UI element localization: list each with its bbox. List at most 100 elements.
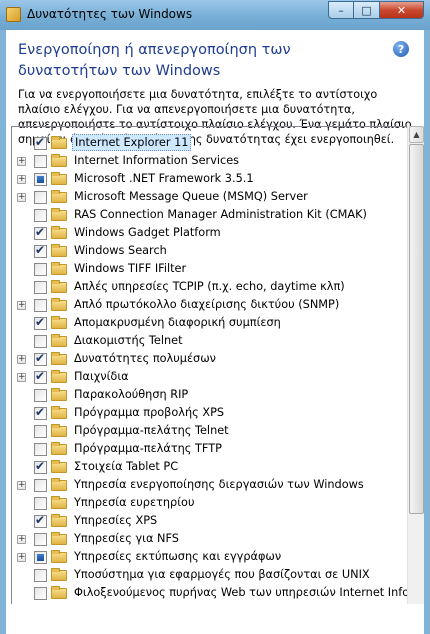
feature-label[interactable]: Διακομιστής Telnet — [74, 333, 183, 348]
feature-row[interactable]: Υπηρεσίες XPS — [12, 512, 423, 530]
feature-checkbox[interactable] — [34, 479, 47, 492]
feature-row[interactable]: Windows Search — [12, 242, 423, 260]
feature-checkbox[interactable] — [34, 281, 47, 294]
feature-row[interactable]: Πρόγραμμα προβολής XPS — [12, 404, 423, 422]
feature-row[interactable]: Φιλοξενούμενος πυρήνας Web των υπηρεσιών… — [12, 584, 423, 602]
expand-icon[interactable]: + — [17, 553, 26, 562]
feature-label[interactable]: Internet Explorer 11 — [72, 134, 192, 151]
expand-icon[interactable]: + — [17, 373, 26, 382]
feature-row[interactable]: + Δυνατότητες πολυμέσων — [12, 350, 423, 368]
feature-label[interactable]: Απομακρυσμένη διαφορική συμπίεση — [74, 315, 281, 330]
expand-icon[interactable]: + — [17, 193, 26, 202]
folder-icon — [51, 532, 67, 545]
feature-row[interactable]: Υπηρεσία ευρετηρίου — [12, 494, 423, 512]
expand-icon[interactable]: + — [17, 301, 26, 310]
feature-label[interactable]: Πρόγραμμα-πελάτης TFTP — [74, 441, 222, 456]
expand-icon[interactable]: + — [17, 355, 26, 364]
feature-checkbox[interactable] — [34, 533, 47, 546]
feature-row[interactable]: + Παιχνίδια — [12, 368, 423, 386]
feature-checkbox[interactable] — [34, 513, 47, 528]
feature-label[interactable]: Microsoft Message Queue (MSMQ) Server — [74, 189, 308, 204]
feature-row[interactable]: Διακομιστής Telnet — [12, 332, 423, 350]
feature-checkbox[interactable] — [34, 369, 47, 384]
feature-checkbox[interactable] — [34, 243, 47, 258]
features-tree[interactable]: Internet Explorer 11 + Internet Informatio… — [11, 126, 423, 604]
folder-icon — [51, 388, 67, 401]
help-icon[interactable]: ? — [393, 41, 409, 57]
minimize-button[interactable]: – — [328, 1, 354, 19]
feature-label[interactable]: Windows Gadget Platform — [74, 225, 221, 240]
feature-row[interactable]: Παρακολούθηση RIP — [12, 386, 423, 404]
feature-checkbox[interactable] — [34, 497, 47, 510]
feature-row[interactable]: Πρόγραμμα-πελάτης TFTP — [12, 440, 423, 458]
feature-checkbox[interactable] — [34, 405, 47, 420]
feature-label[interactable]: Υπηρεσίες εκτύπωσης και εγγράφων — [74, 549, 281, 564]
feature-checkbox[interactable] — [34, 173, 47, 186]
feature-row[interactable]: + Microsoft .NET Framework 3.5.1 — [12, 170, 423, 188]
feature-row[interactable]: + Microsoft Message Queue (MSMQ) Server — [12, 188, 423, 206]
expand-icon[interactable]: + — [17, 157, 26, 166]
feature-label[interactable]: Microsoft .NET Framework 3.5.1 — [74, 171, 254, 186]
maximize-button[interactable]: □ — [354, 1, 380, 19]
feature-label[interactable]: Υπηρεσία ευρετηρίου — [74, 495, 194, 510]
feature-label[interactable]: Παρακολούθηση RIP — [74, 387, 188, 402]
feature-label[interactable]: Internet Information Services — [74, 153, 239, 168]
close-button[interactable]: ✕ — [380, 1, 424, 19]
feature-label[interactable]: Windows Search — [74, 243, 167, 258]
feature-checkbox[interactable] — [34, 425, 47, 438]
feature-label[interactable]: Παιχνίδια — [74, 369, 129, 384]
feature-checkbox[interactable] — [34, 587, 47, 600]
feature-label[interactable]: Υπηρεσίες για NFS — [74, 531, 179, 546]
scrollbar-thumb[interactable] — [409, 144, 424, 514]
feature-checkbox[interactable] — [34, 551, 47, 564]
feature-checkbox[interactable] — [34, 569, 47, 582]
feature-checkbox[interactable] — [34, 335, 47, 348]
feature-row[interactable]: Windows TIFF IFilter — [12, 260, 423, 278]
feature-checkbox[interactable] — [34, 135, 47, 150]
feature-label[interactable]: Υπηρεσίες XPS — [74, 513, 157, 528]
feature-label[interactable]: Πρόγραμμα-πελάτης Telnet — [74, 423, 229, 438]
feature-checkbox[interactable] — [34, 209, 47, 222]
feature-checkbox[interactable] — [34, 191, 47, 204]
feature-checkbox[interactable] — [34, 299, 47, 312]
feature-label[interactable]: Στοιχεία Tablet PC — [74, 459, 178, 474]
feature-checkbox[interactable] — [34, 459, 47, 474]
feature-row[interactable]: Απλές υπηρεσίες TCPIP (π.χ. echo, daytim… — [12, 278, 423, 296]
expand-icon[interactable]: + — [17, 175, 26, 184]
title-bar[interactable]: Δυνατότητες των Windows – □ ✕ — [0, 0, 430, 30]
feature-row[interactable]: Στοιχεία Tablet PC — [12, 458, 423, 476]
feature-checkbox[interactable] — [34, 351, 47, 366]
feature-label[interactable]: Απλό πρωτόκολλο διαχείρισης δικτύου (SNM… — [74, 297, 339, 312]
feature-checkbox[interactable] — [34, 263, 47, 276]
feature-row[interactable]: + Υπηρεσία ενεργοποίησης διεργασιών των W… — [12, 476, 423, 494]
feature-checkbox[interactable] — [34, 155, 47, 168]
feature-label[interactable]: Δυνατότητες πολυμέσων — [74, 351, 216, 366]
feature-row[interactable]: Windows Gadget Platform — [12, 224, 423, 242]
feature-row[interactable]: Απομακρυσμένη διαφορική συμπίεση — [12, 314, 423, 332]
expand-icon[interactable]: + — [17, 535, 26, 544]
feature-label[interactable]: Απλές υπηρεσίες TCPIP (π.χ. echo, daytim… — [74, 279, 345, 294]
feature-label[interactable]: Windows TIFF IFilter — [74, 261, 186, 276]
folder-icon — [51, 424, 67, 437]
feature-row[interactable]: + Internet Information Services — [12, 152, 423, 170]
scroll-up-icon[interactable]: ▲ — [409, 126, 424, 143]
feature-row[interactable]: + Υπηρεσίες εκτύπωσης και εγγράφων — [12, 548, 423, 566]
feature-label[interactable]: Πρόγραμμα προβολής XPS — [74, 405, 224, 420]
feature-checkbox[interactable] — [34, 443, 47, 456]
feature-label[interactable]: Φιλοξενούμενος πυρήνας Web των υπηρεσιών… — [74, 585, 423, 600]
feature-label[interactable]: RAS Connection Manager Administration Ki… — [74, 207, 367, 222]
feature-label[interactable]: Υπηρεσία ενεργοποίησης διεργασιών των Wi… — [74, 477, 364, 492]
feature-row[interactable]: + Απλό πρωτόκολλο διαχείρισης δικτύου (SN… — [12, 296, 423, 314]
folder-icon — [51, 154, 67, 167]
feature-row[interactable]: Υποσύστημα για εφαρμογές που βασίζονται … — [12, 566, 423, 584]
vertical-scrollbar[interactable]: ▲ — [407, 126, 424, 604]
feature-row[interactable]: Internet Explorer 11 — [12, 134, 423, 152]
feature-row[interactable]: Πρόγραμμα-πελάτης Telnet — [12, 422, 423, 440]
feature-checkbox[interactable] — [34, 389, 47, 402]
feature-row[interactable]: RAS Connection Manager Administration Ki… — [12, 206, 423, 224]
expand-icon[interactable]: + — [17, 481, 26, 490]
feature-checkbox[interactable] — [34, 315, 47, 330]
feature-checkbox[interactable] — [34, 225, 47, 240]
feature-label[interactable]: Υποσύστημα για εφαρμογές που βασίζονται … — [74, 567, 370, 582]
feature-row[interactable]: + Υπηρεσίες για NFS — [12, 530, 423, 548]
